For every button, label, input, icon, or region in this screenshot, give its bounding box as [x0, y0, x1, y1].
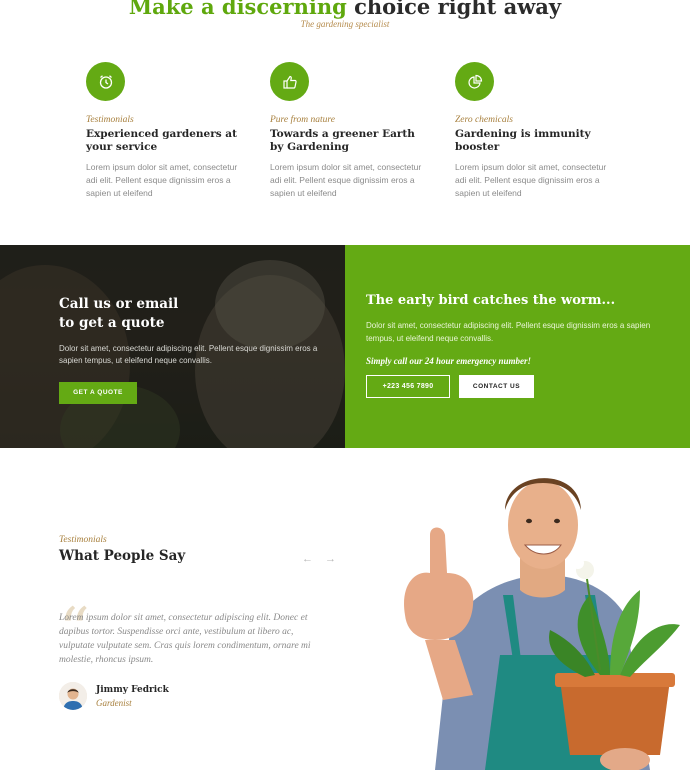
carousel-arrows: ← →	[302, 553, 336, 565]
cta-band: Call us or email to get a quote Dolor sit…	[0, 245, 690, 448]
feature-kicker: Pure from nature	[270, 115, 335, 125]
quote-heading-line1: Call us or email	[59, 296, 179, 312]
thumbs-up-icon	[282, 75, 297, 89]
title-highlight: Make a discerning	[128, 0, 347, 19]
quote-heading-line2: to get a quote	[59, 315, 165, 331]
feature-title: Gardening is immunity booster	[455, 128, 591, 153]
title-rest: choice right away	[346, 0, 562, 19]
emergency-text: Dolor sit amet, consectetur adipiscing e…	[366, 321, 651, 343]
author-role: Gardenist	[96, 697, 132, 708]
testimonial-author: Jimmy Fedrick Gardenist	[59, 682, 169, 710]
section-title: Make a discerning choice right away	[0, 0, 690, 19]
feature-card: Zero chemicals Gardening is immunity boo…	[455, 62, 615, 200]
emergency-number-text: Simply call our 24 hour emergency number…	[366, 356, 532, 366]
quote-text: Dolor sit amet, consectetur adipiscing e…	[59, 344, 318, 365]
section-subtitle: The gardening specialist	[300, 19, 390, 29]
feature-icon-circle	[455, 62, 494, 101]
feature-title: Experienced gardeners at your service	[86, 128, 237, 153]
quote-heading: Call us or email to get a quote	[59, 295, 329, 333]
feature-card: Testimonials Experienced gardeners at yo…	[86, 62, 246, 200]
feature-text: Lorem ipsum dolor sit amet, consectetur …	[86, 162, 238, 198]
feature-text: Lorem ipsum dolor sit amet, consectetur …	[270, 162, 422, 198]
avatar	[59, 682, 87, 710]
arrow-right-icon[interactable]: →	[325, 553, 336, 565]
arrow-left-icon[interactable]: ←	[302, 553, 313, 565]
get-a-quote-button[interactable]: GET A QUOTE	[59, 382, 137, 404]
feature-title: Towards a greener Earth by Gardening	[270, 128, 415, 153]
phone-number-button[interactable]: +223 456 7890	[366, 375, 450, 398]
emergency-panel: The early bird catches the worm... Dolor…	[345, 245, 690, 448]
pie-chart-icon	[467, 74, 482, 89]
emergency-heading: The early bird catches the worm...	[366, 293, 616, 308]
testimonials-title: What People Say	[59, 548, 186, 564]
quote-panel: Call us or email to get a quote Dolor sit…	[0, 245, 345, 448]
clock-icon	[99, 74, 112, 89]
testimonial-quote: Lorem ipsum dolor sit amet, consectetur …	[59, 613, 311, 665]
feature-text: Lorem ipsum dolor sit amet, consectetur …	[455, 162, 607, 198]
feature-kicker: Zero chemicals	[455, 115, 513, 125]
testimonials-header: Testimonials What People Say	[59, 535, 339, 564]
testimonials-kicker: Testimonials	[59, 535, 107, 545]
contact-us-button[interactable]: CONTACT US	[459, 375, 534, 398]
gardener-photo	[404, 478, 680, 770]
feature-card: Pure from nature Towards a greener Earth…	[270, 62, 430, 200]
feature-icon-circle	[86, 62, 125, 101]
feature-kicker: Testimonials	[86, 115, 134, 125]
author-name: Jimmy Fedrick	[96, 684, 169, 695]
feature-icon-circle	[270, 62, 309, 101]
